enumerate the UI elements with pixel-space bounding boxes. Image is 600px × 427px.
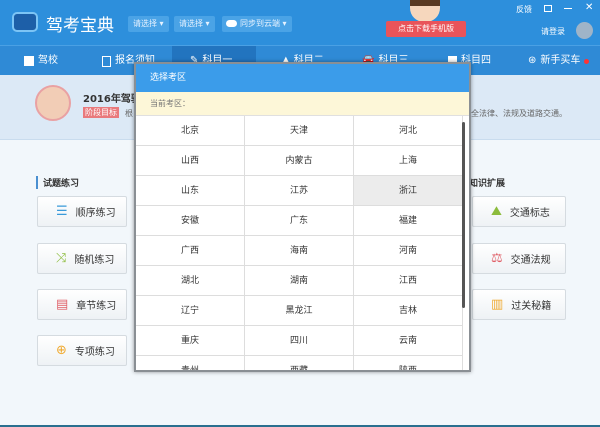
tab-buy-car[interactable]: ⊛ 新手买车	[528, 46, 590, 76]
button-label: 交通标志	[509, 208, 550, 219]
region-dropdown-1[interactable]: 请选择 ▾	[128, 16, 169, 32]
button-label: 章节练习	[76, 301, 117, 312]
region-dropdown-2[interactable]: 请选择 ▾	[174, 16, 215, 32]
region-option[interactable]: 吉林	[354, 296, 463, 326]
region-option[interactable]: 内蒙古	[245, 146, 354, 176]
mascot-avatar	[410, 0, 440, 22]
region-option[interactable]: 安徽	[136, 206, 245, 236]
region-option[interactable]: 湖南	[245, 266, 354, 296]
title-bar: 驾考宝典 请选择 ▾ 请选择 ▾ 同步到云端 ▾ 点击下载手机版 反馈 ✕ 请登…	[0, 0, 600, 45]
region-option[interactable]: 上海	[354, 146, 463, 176]
sync-label: 同步到云端 ▾	[240, 19, 287, 28]
archive-icon: ▤	[56, 297, 69, 312]
scale-icon: ⚖	[491, 251, 503, 266]
target-icon: ⊕	[56, 343, 67, 358]
button-label: 随机练习	[74, 255, 115, 266]
list-icon: ☰	[56, 204, 68, 219]
scrollbar[interactable]	[462, 122, 465, 308]
download-mobile-button[interactable]: 点击下载手机版	[386, 21, 466, 37]
traffic-signs-button[interactable]: ⛰ 交通标志	[472, 196, 566, 227]
region-option[interactable]: 江西	[354, 266, 463, 296]
tab-driving-school[interactable]: 驾校	[24, 46, 58, 76]
app-title: 驾考宝典	[46, 16, 114, 36]
tab-label: 驾校	[38, 55, 58, 66]
home-icon	[24, 56, 34, 66]
sync-cloud-button[interactable]: 同步到云端 ▾	[222, 16, 292, 32]
sequential-practice-button[interactable]: ☰ 顺序练习	[37, 196, 127, 227]
close-icon[interactable]: ✕	[585, 2, 593, 13]
login-link[interactable]: 请登录	[541, 26, 565, 37]
banner-title: 2016年驾驶	[83, 94, 141, 105]
user-avatar-icon[interactable]	[576, 22, 593, 39]
stage-badge: 阶段目标	[83, 107, 119, 118]
region-grid: 北京 天津 河北山西 内蒙古 上海山东 江苏 浙江安徽 广东 福建广西 海南 河南湖北 湖南 江西辽宁黑…	[136, 116, 463, 370]
road-sign-icon: ⛰	[491, 204, 502, 219]
region-select-dialog: 选择考区 当前考区： 北京 天津 河北山西 内蒙古 上海山东 江苏 浙江安徽 广东 福建广西 海南…	[134, 62, 471, 372]
pass-tips-button[interactable]: ▥ 过关秘籍	[472, 289, 566, 320]
notification-dot	[584, 58, 590, 64]
region-option[interactable]: 辽宁	[136, 296, 245, 326]
feedback-link[interactable]: 反馈	[516, 4, 532, 15]
region-option[interactable]: 湖北	[136, 266, 245, 296]
region-option[interactable]: 山西	[136, 146, 245, 176]
minimize-icon[interactable]	[564, 8, 572, 9]
region-option[interactable]: 陕西	[354, 356, 463, 370]
chapter-practice-button[interactable]: ▤ 章节练习	[37, 289, 127, 320]
region-option[interactable]: 黑龙江	[245, 296, 354, 326]
car-logo-icon	[12, 12, 38, 32]
region-option[interactable]: 山东	[136, 176, 245, 206]
region-option[interactable]: 北京	[136, 116, 245, 146]
region-option[interactable]: 重庆	[136, 326, 245, 356]
document-icon	[102, 55, 111, 67]
banner-text: 根	[125, 109, 133, 118]
banner-text-right: 全法律、法规及道路交通。	[471, 109, 567, 118]
notebook-icon: ▥	[491, 297, 504, 312]
current-region-label: 当前考区：	[136, 92, 469, 116]
region-option[interactable]: 四川	[245, 326, 354, 356]
shuffle-icon: ⤨	[56, 251, 67, 266]
region-option[interactable]: 浙江	[354, 176, 463, 206]
steering-wheel-icon: ⊛	[528, 55, 537, 66]
region-option[interactable]: 广西	[136, 236, 245, 266]
region-option[interactable]: 海南	[245, 236, 354, 266]
button-label: 专项练习	[74, 347, 115, 358]
button-label: 顺序练习	[75, 208, 116, 219]
topic-practice-button[interactable]: ⊕ 专项练习	[37, 335, 127, 366]
region-option[interactable]: 江苏	[245, 176, 354, 206]
button-label: 交通法规	[510, 255, 551, 266]
random-practice-button[interactable]: ⤨ 随机练习	[37, 243, 127, 274]
region-option[interactable]: 河南	[354, 236, 463, 266]
practice-section-title: 试题练习	[36, 176, 79, 189]
dialog-title: 选择考区	[136, 64, 469, 92]
region-option[interactable]: 天津	[245, 116, 354, 146]
button-label: 过关秘籍	[511, 301, 552, 312]
avatar	[35, 85, 71, 121]
skin-icon[interactable]	[544, 5, 552, 12]
region-option[interactable]: 西藏	[245, 356, 354, 370]
region-option[interactable]: 河北	[354, 116, 463, 146]
region-option[interactable]: 贵州	[136, 356, 245, 370]
region-option[interactable]: 福建	[354, 206, 463, 236]
tab-label: 新手买车	[540, 55, 581, 66]
traffic-laws-button[interactable]: ⚖ 交通法规	[472, 243, 566, 274]
region-option[interactable]: 广东	[245, 206, 354, 236]
region-option[interactable]: 云南	[354, 326, 463, 356]
cloud-icon	[226, 20, 237, 27]
